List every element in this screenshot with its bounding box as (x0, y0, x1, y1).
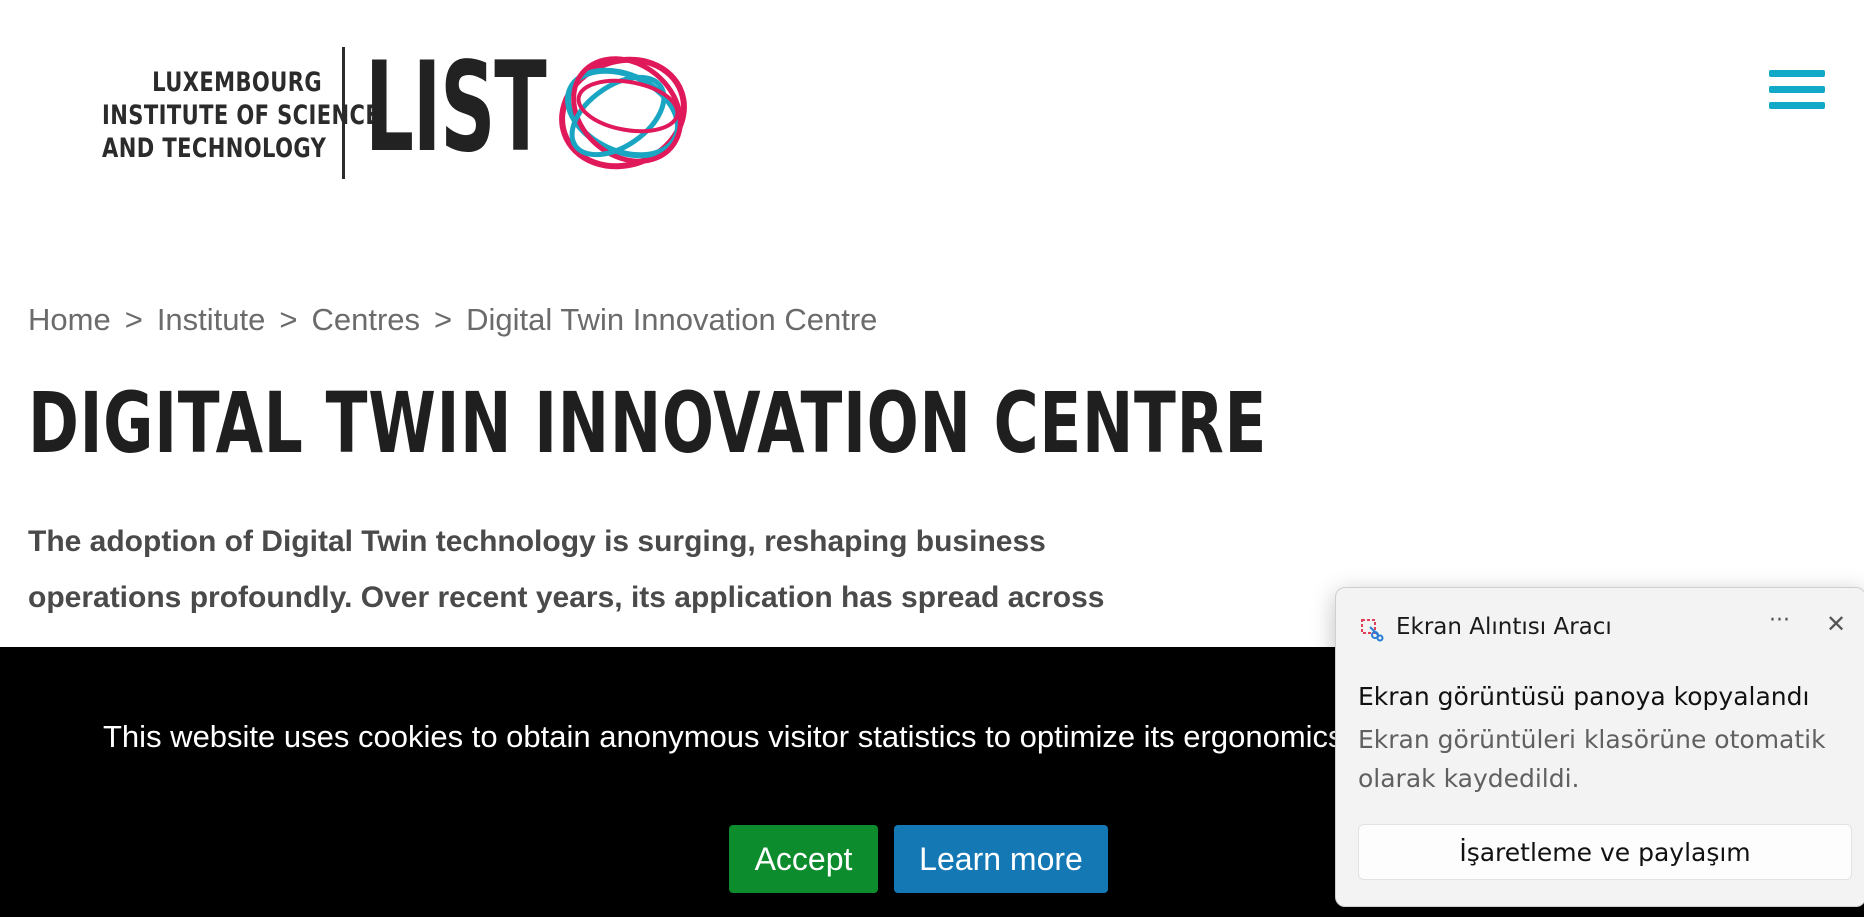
logo-globe-icon (559, 56, 687, 170)
intro-paragraph: The adoption of Digital Twin technology … (28, 514, 1198, 626)
intro-line: operations profoundly. Over recent years… (28, 581, 1105, 614)
notification-body: Ekran görüntüleri klasörüne otomatik ola… (1358, 725, 1826, 793)
markup-and-share-button[interactable]: İşaretleme ve paylaşım (1358, 824, 1852, 880)
hamburger-menu-icon (1769, 102, 1825, 109)
logo-institute-name: LUXEMBOURG INSTITUTE OF SCIENCE AND TECH… (102, 66, 381, 165)
cookie-message: This website uses cookies to obtain anon… (103, 719, 1353, 754)
logo-line: LUXEMBOURG (152, 67, 322, 98)
breadcrumb-home[interactable]: Home (28, 302, 111, 337)
page-title: DIGITAL TWIN INNOVATION CENTRE (28, 374, 1268, 472)
logo-wordmark: LIST (365, 36, 547, 180)
intro-line: The adoption of Digital Twin technology … (28, 525, 1046, 558)
hamburger-menu-icon (1769, 86, 1825, 93)
logo-line: AND TECHNOLOGY (102, 133, 327, 164)
breadcrumb-institute[interactable]: Institute (157, 302, 266, 337)
logo-line: INSTITUTE OF SCIENCE (102, 100, 381, 131)
site-logo[interactable]: LUXEMBOURG INSTITUTE OF SCIENCE AND TECH… (40, 44, 690, 184)
breadcrumb-separator: > (124, 302, 143, 337)
breadcrumb-current: Digital Twin Innovation Centre (466, 302, 878, 337)
hamburger-menu-icon (1769, 70, 1825, 77)
breadcrumb-separator: > (434, 302, 453, 337)
notification-app-name: Ekran Alıntısı Aracı (1396, 614, 1612, 640)
breadcrumb: Home > Institute > Centres > Digital Twin Inno… (28, 302, 877, 338)
notification-heading: Ekran görüntüsü panoya kopyalandı (1358, 682, 1810, 711)
close-icon[interactable]: ✕ (1826, 610, 1846, 638)
more-options-icon[interactable]: ··· (1769, 608, 1790, 633)
breadcrumb-centres[interactable]: Centres (311, 302, 420, 337)
snipping-tool-icon (1361, 619, 1384, 642)
accept-cookies-button[interactable]: Accept (729, 825, 878, 893)
logo-divider (342, 47, 345, 179)
learn-more-button[interactable]: Learn more (894, 825, 1108, 893)
snipping-tool-notification[interactable]: Ekran Alıntısı Aracı ··· ✕ Ekran görüntü… (1335, 587, 1864, 907)
breadcrumb-separator: > (279, 302, 298, 337)
hamburger-menu-button[interactable] (1769, 70, 1825, 118)
